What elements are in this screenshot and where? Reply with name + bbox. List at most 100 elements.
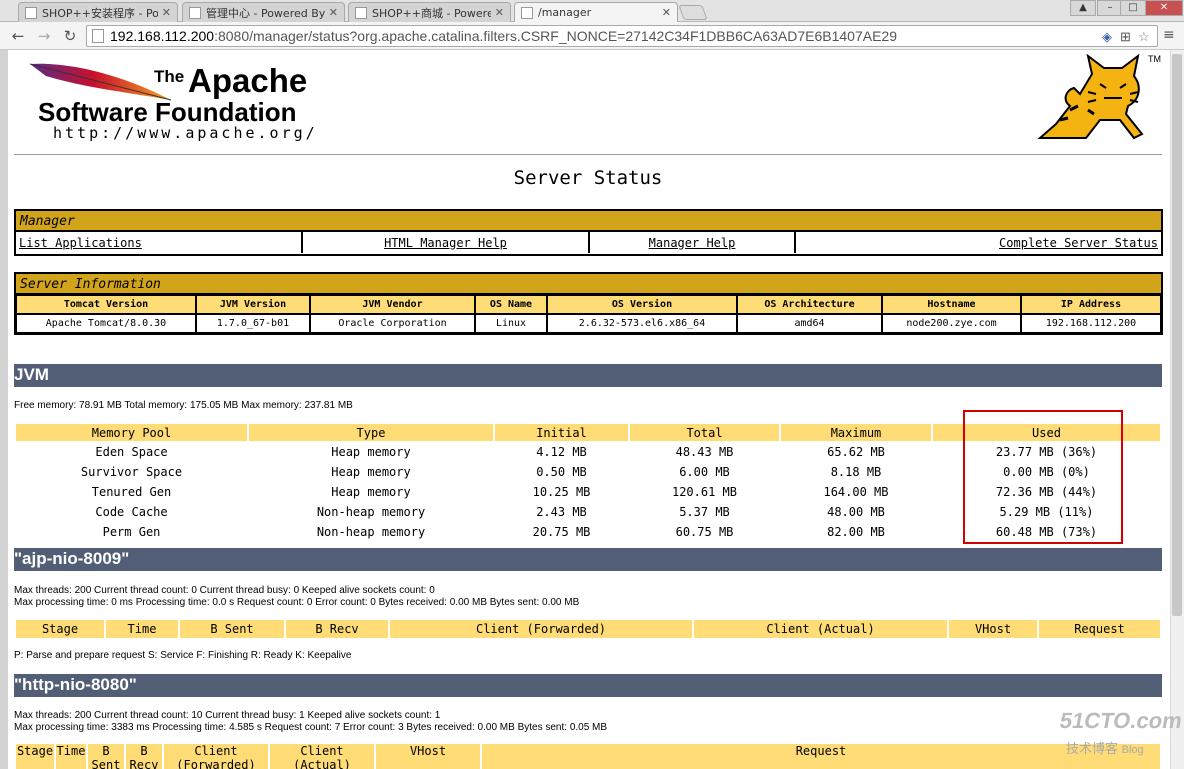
logo-the: The (154, 67, 185, 86)
th-b-recv: B Recv (286, 620, 388, 638)
th-request: Request (482, 744, 1160, 769)
pool-type: Heap memory (249, 463, 493, 481)
pool-total: 6.00 MB (630, 463, 779, 481)
link-html-manager-help[interactable]: HTML Manager Help (303, 232, 590, 253)
watermark-blog: Blog (1121, 744, 1144, 756)
pool-name: Survivor Space (16, 463, 247, 481)
th-client-actual: Client (Actual) (694, 620, 947, 638)
pool-total: 60.75 MB (630, 523, 779, 541)
close-icon[interactable]: ✕ (329, 6, 338, 19)
pool-name: Code Cache (16, 503, 247, 521)
close-window-button[interactable]: ✕ (1145, 0, 1183, 16)
ajp-processing-info: Max processing time: 0 ms Processing tim… (14, 597, 580, 608)
new-tab-button[interactable] (678, 5, 708, 20)
th-time: Time (106, 620, 178, 638)
pool-initial: 20.75 MB (495, 523, 628, 541)
server-info-heading: Server Information (16, 274, 1161, 295)
star-icon[interactable]: ☆ (1138, 29, 1150, 45)
address-bar[interactable]: 192.168.112.200:8080/manager/status?org.… (86, 25, 1158, 47)
pool-initial: 2.43 MB (495, 503, 628, 521)
tab-shop-install[interactable]: SHOP++安装程序 - Pow ✕ (18, 2, 178, 22)
table-header-row: Stage Time B Sent B Recv Client (Forward… (16, 620, 1160, 638)
th-os-version: OS Version (547, 295, 737, 314)
tab-shop-mall[interactable]: SHOP++商城 - Powered ✕ (348, 2, 511, 22)
manager-links: List Applications HTML Manager Help Mana… (16, 232, 1161, 253)
jvm-heading: JVM (14, 364, 1162, 387)
link-complete-server-status[interactable]: Complete Server Status (796, 232, 1161, 253)
apache-logo[interactable]: The Apache Software Foundation http://ww… (8, 50, 348, 150)
tab-label: 管理中心 - Powered By S (206, 6, 325, 20)
http-connector-heading: "http-nio-8080" (14, 674, 1162, 697)
th-total: Total (630, 424, 779, 441)
ajp-connector-heading: "ajp-nio-8009" (14, 548, 1162, 571)
link-manager-help[interactable]: Manager Help (590, 232, 796, 253)
pool-total: 48.43 MB (630, 443, 779, 461)
jvm-memory-summary: Free memory: 78.91 MB Total memory: 175.… (14, 400, 353, 411)
os-version-value: 2.6.32-573.el6.x86_64 (547, 314, 737, 333)
th-jvm-vendor: JVM Vendor (310, 295, 475, 314)
page-content: The Apache Software Foundation http://ww… (8, 50, 1170, 769)
th-maximum: Maximum (781, 424, 931, 441)
http-thread-info: Max threads: 200 Current thread count: 1… (14, 710, 441, 721)
th-time: Time (56, 744, 86, 769)
manager-heading: Manager (16, 211, 1161, 232)
watermark-logo: 51CTO.com (1057, 708, 1184, 733)
tab-label: SHOP++商城 - Powered (372, 6, 491, 20)
jvm-version-value: 1.7.0_67-b01 (196, 314, 310, 333)
th-stage: Stage (16, 620, 104, 638)
th-memory-pool: Memory Pool (16, 424, 247, 441)
th-jvm-version: JVM Version (196, 295, 310, 314)
table-row: Apache Tomcat/8.0.30 1.7.0_67-b01 Oracle… (16, 314, 1161, 333)
th-request: Request (1039, 620, 1160, 638)
pool-maximum: 65.62 MB (781, 443, 931, 461)
th-initial: Initial (495, 424, 628, 441)
th-b-sent: B Sent (88, 744, 124, 769)
back-icon[interactable]: ← (8, 26, 28, 46)
th-ip-address: IP Address (1021, 295, 1161, 314)
scrollbar-thumb[interactable] (1172, 54, 1182, 616)
hostname-value: node200.zye.com (882, 314, 1021, 333)
reload-icon[interactable]: ↻ (60, 26, 80, 46)
pool-total: 5.37 MB (630, 503, 779, 521)
maximize-button[interactable]: □ (1120, 0, 1146, 16)
table-header-row: Tomcat Version JVM Version JVM Vendor OS… (16, 295, 1161, 314)
th-vhost: VHost (376, 744, 480, 769)
logo-apache: Apache (188, 62, 308, 99)
watermark-sub: 技术博客 Blog (1066, 738, 1144, 757)
pool-type: Non-heap memory (249, 503, 493, 521)
close-icon[interactable]: ✕ (662, 6, 671, 19)
th-b-recv: B Recv (126, 744, 162, 769)
watermark-text: 技术博客 (1066, 741, 1119, 756)
http-request-table: Stage Time B Sent B Recv Client (Forward… (14, 742, 1162, 769)
page-icon (521, 6, 533, 19)
page-title: Server Status (513, 167, 663, 189)
th-type: Type (249, 424, 493, 441)
http-processing-info: Max processing time: 3383 ms Processing … (14, 722, 608, 733)
page-icon (25, 6, 37, 19)
pool-maximum: 48.00 MB (781, 503, 931, 521)
translate-icon[interactable]: ⊞ (1120, 29, 1131, 45)
shield-icon[interactable]: ◈ (1102, 29, 1112, 45)
link-list-applications[interactable]: List Applications (16, 232, 303, 253)
close-icon[interactable]: ✕ (495, 6, 504, 19)
pool-maximum: 8.18 MB (781, 463, 931, 481)
window-edge (0, 50, 8, 769)
os-name-value: Linux (475, 314, 547, 333)
page-icon (355, 6, 367, 19)
tab-admin-center[interactable]: 管理中心 - Powered By S ✕ (182, 2, 345, 22)
th-vhost: VHost (949, 620, 1037, 638)
forward-icon[interactable]: → (34, 26, 54, 46)
th-client-forwarded: Client (Forwarded) (164, 744, 268, 769)
logo-url: http://www.apache.org/ (53, 124, 318, 142)
user-icon[interactable]: ▲ (1070, 0, 1096, 16)
pool-initial: 4.12 MB (495, 443, 628, 461)
server-info-box: Server Information Tomcat Version JVM Ve… (14, 272, 1163, 335)
tab-manager[interactable]: /manager ✕ (514, 2, 678, 22)
ip-address-value: 192.168.112.200 (1021, 314, 1161, 333)
pool-type: Heap memory (249, 443, 493, 461)
th-client-forwarded: Client (Forwarded) (390, 620, 692, 638)
tab-label: /manager (538, 6, 592, 19)
menu-icon[interactable]: ≡ (1163, 27, 1175, 43)
close-icon[interactable]: ✕ (162, 6, 171, 19)
tomcat-logo[interactable]: TM (1030, 53, 1170, 146)
